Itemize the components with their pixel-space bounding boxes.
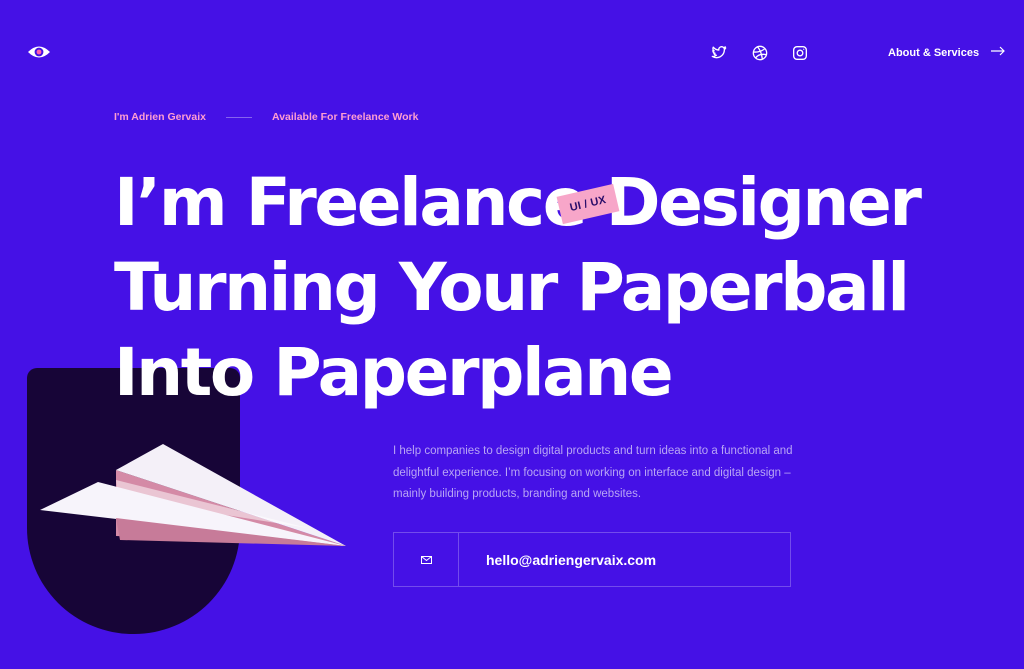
intro-paragraph: I help companies to design digital produ…: [393, 445, 793, 500]
intro-name: I'm Adrien Gervaix: [114, 111, 206, 123]
twitter-icon[interactable]: [711, 45, 727, 61]
paperplane-illustration: [38, 440, 350, 552]
instagram-icon[interactable]: [792, 45, 808, 61]
eyebrow-divider: [226, 117, 252, 118]
email-address[interactable]: hello@adriengervaix.com: [459, 552, 656, 568]
landing-page: About & Services I'm Adrien Gervaix Avai…: [0, 0, 1024, 669]
mail-icon: [394, 533, 459, 586]
about-services-label: About & Services: [888, 46, 980, 59]
dribbble-icon[interactable]: [752, 45, 768, 61]
hero-line-2: Turning Your Paperball: [114, 249, 910, 326]
hero-line-3: Into Paperplane: [114, 334, 674, 411]
ui-ux-tag-label: UI / UX: [568, 194, 608, 214]
hero-line-1: I’m Freelance Designer: [114, 164, 922, 241]
email-contact-box[interactable]: hello@adriengervaix.com: [393, 532, 791, 587]
about-services-link[interactable]: About & Services: [888, 46, 1005, 59]
availability-status: Available For Freelance Work: [272, 111, 419, 123]
arrow-right-icon: [991, 46, 1005, 59]
hero-headline: I’m Freelance Designer Turning Your Pape…: [114, 160, 994, 415]
eye-logo-icon[interactable]: [27, 42, 51, 62]
